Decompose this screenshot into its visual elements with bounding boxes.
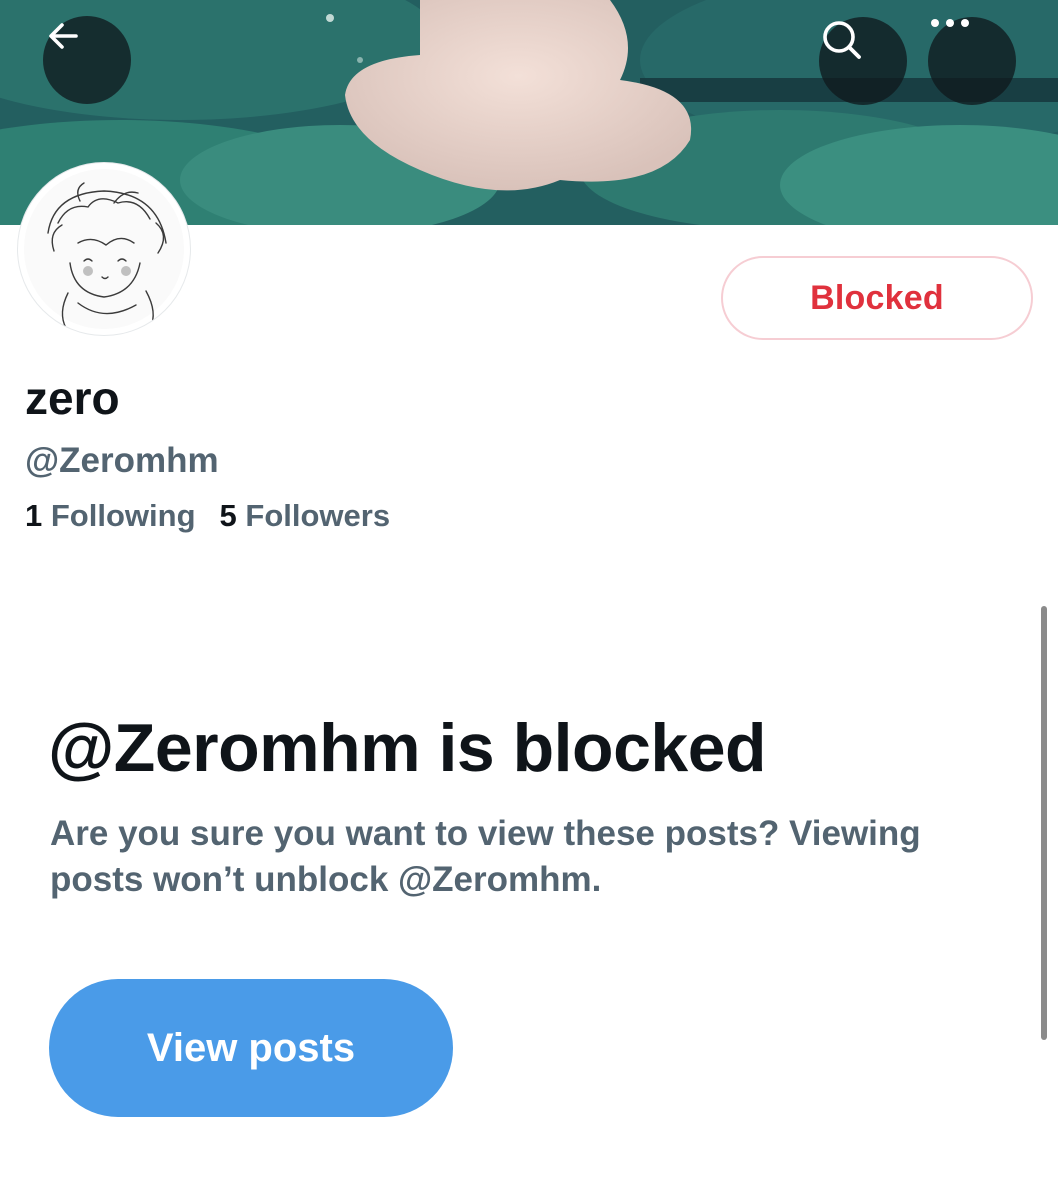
display-name: zero (25, 372, 120, 424)
followers-count: 5 (219, 498, 237, 533)
more-horizontal-icon (931, 19, 969, 27)
following-count: 1 (25, 498, 43, 533)
user-handle: @Zeromhm (25, 441, 219, 480)
view-posts-label: View posts (146, 1025, 356, 1070)
blocked-button-label: Blocked (810, 278, 944, 317)
search-icon (823, 21, 861, 59)
following-link[interactable]: 1 Following (25, 497, 196, 535)
followers-label: Followers (245, 498, 391, 533)
following-label: Following (50, 498, 196, 533)
arrow-left-icon (49, 23, 78, 49)
blocked-notice-title: @Zeromhm is blocked (48, 710, 767, 786)
view-posts-button[interactable]: View posts (49, 979, 453, 1117)
blocked-notice-description: Are you sure you want to view these post… (50, 814, 921, 899)
followers-link[interactable]: 5 Followers (220, 497, 391, 535)
profile-stats: 1 Following 5 Followers (25, 497, 390, 535)
scrollbar[interactable] (1041, 606, 1047, 1040)
search-button[interactable] (819, 17, 907, 105)
avatar-image (24, 169, 184, 329)
profile-page: Blocked zero @Zeromhm 1 Following 5 Foll… (0, 0, 1058, 1200)
more-options-button[interactable] (928, 17, 1016, 105)
back-button[interactable] (43, 16, 131, 104)
blocked-button[interactable]: Blocked (721, 256, 1033, 340)
avatar[interactable] (18, 163, 190, 335)
